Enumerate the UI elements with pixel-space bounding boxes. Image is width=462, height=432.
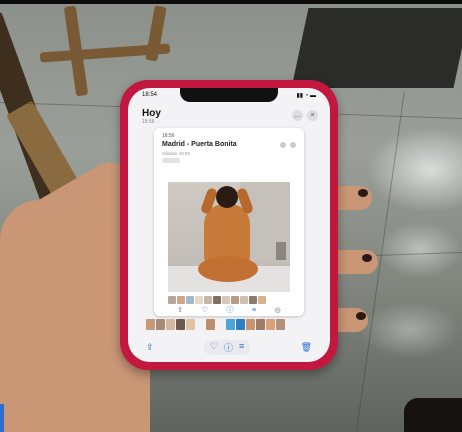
shoe [404,398,462,432]
figure-head [216,186,238,208]
photo[interactable] [168,182,290,292]
heart-icon[interactable]: ♡ [202,306,208,314]
photo-card[interactable]: 18:56 Madrid - Puerta Bonita Sábado 18:5… [154,128,304,316]
live-icon[interactable]: ◎ [275,306,281,314]
phone: 18:54 ▮▮ ◔ ▬ Hoy 18:56 … × 18:56 Madrid … [120,80,338,370]
strip-thumbnail[interactable] [186,319,195,330]
share-icon[interactable]: ⇪ [146,342,154,353]
strip-thumbnail[interactable] [256,319,265,330]
status-icons: ▮▮ ◔ ▬ [296,93,316,99]
thumbnail[interactable] [168,296,176,304]
photo-scene: 18:54 ▮▮ ◔ ▬ Hoy 18:56 … × 18:56 Madrid … [0,0,462,432]
header-title: Hoy [142,108,161,119]
thumbnail-row[interactable] [168,296,266,304]
fingernail [356,312,366,320]
strip-thumbnail[interactable] [196,319,205,330]
thumbnail[interactable] [204,296,212,304]
strip-thumbnail[interactable] [236,319,245,330]
card-action-row: ⇪ ♡ ⓘ ≡ ◎ [168,305,290,315]
card-more-icon[interactable] [290,142,296,148]
info-icon[interactable]: ⓘ [226,305,233,315]
strip-thumbnail[interactable] [166,319,175,330]
header-subtitle: 18:56 [142,119,155,125]
ellipsis-icon[interactable]: … [292,110,303,121]
card-title: Madrid - Puerta Bonita [162,141,237,148]
toolbar-pill: ♡ ⓘ ≡ [203,339,251,355]
photo-strip[interactable] [146,319,285,330]
card-date: Sábado 18:55 [162,151,191,156]
dark-furniture [291,8,462,88]
strip-thumbnail[interactable] [266,319,275,330]
strip-thumbnail[interactable] [206,319,215,330]
strip-thumbnail[interactable] [176,319,185,330]
share-icon[interactable]: ⇪ [177,306,183,314]
strip-thumbnail[interactable] [226,319,235,330]
strip-thumbnail[interactable] [246,319,255,330]
status-time: 18:54 [142,92,158,98]
strip-thumbnail[interactable] [276,319,285,330]
notch [180,88,278,102]
thumbnail[interactable] [240,296,248,304]
card-time: 18:56 [162,133,175,139]
thumbnail[interactable] [186,296,194,304]
adjust-icon[interactable]: ≡ [252,307,256,314]
card-heart-icon[interactable] [280,142,286,148]
phone-screen: 18:54 ▮▮ ◔ ▬ Hoy 18:56 … × 18:56 Madrid … [128,88,330,362]
fingernail [358,189,368,197]
card-chip [162,158,180,163]
thumbnail[interactable] [258,296,266,304]
lamp [276,242,286,260]
thumbnail[interactable] [222,296,230,304]
close-icon[interactable]: × [307,110,318,121]
thumbnail[interactable] [249,296,257,304]
thumbnail[interactable] [195,296,203,304]
strip-thumbnail[interactable] [146,319,155,330]
thumbnail[interactable] [213,296,221,304]
trash-icon[interactable]: 🗑 [301,342,312,353]
top-edge [0,0,462,4]
thumbnail[interactable] [231,296,239,304]
heart-icon[interactable]: ♡ [210,341,218,354]
adjust-icon[interactable]: ≡ [239,341,244,354]
fingernail [362,254,372,262]
strip-thumbnail[interactable] [156,319,165,330]
info-icon[interactable]: ⓘ [224,341,233,354]
figure-hips [198,256,258,282]
blue-edge [0,404,4,432]
strip-thumbnail[interactable] [216,319,225,330]
bottom-toolbar: ⇪ ♡ ⓘ ≡ 🗑 [146,339,312,355]
thumbnail[interactable] [177,296,185,304]
